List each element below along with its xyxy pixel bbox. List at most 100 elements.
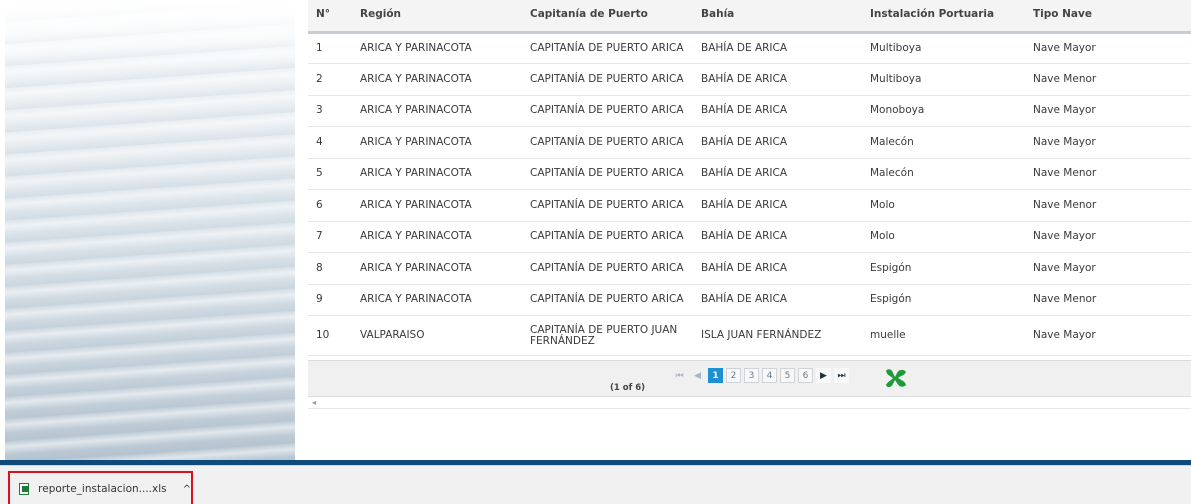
cell-capitania: CAPITANÍA DE PUERTO ARICA (522, 32, 693, 64)
column-header-instalacion[interactable]: Instalación Portuaria (862, 0, 1025, 34)
chevron-up-icon[interactable]: ^ (183, 484, 191, 495)
first-page-button[interactable]: ⏮ (672, 368, 687, 383)
cell-region: ARICA Y PARINACOTA (352, 284, 522, 316)
cell-capitania: CAPITANÍA DE PUERTO ARICA (522, 63, 693, 96)
cell-tipo-nave: Nave Mayor (1025, 95, 1191, 127)
table-header-row: N° Región Capitanía de Puerto Bahía Inst… (308, 0, 1191, 34)
page-button-6[interactable]: 6 (798, 368, 813, 383)
cell-number: 5 (308, 158, 352, 190)
cell-number: 4 (308, 126, 352, 159)
cell-bahia: BAHÍA DE ARICA (693, 126, 862, 159)
cell-tipo-nave: Nave Menor (1025, 284, 1191, 316)
cell-instalacion: Espigón (862, 284, 1025, 316)
column-header-number[interactable]: N° (308, 0, 352, 34)
cell-number: 6 (308, 189, 352, 222)
table-row[interactable]: 5 ARICA Y PARINACOTA CAPITANÍA DE PUERTO A… (308, 158, 1191, 190)
cell-region: VALPARAISO (352, 315, 522, 356)
cell-capitania: CAPITANÍA DE PUERTO ARICA (522, 221, 693, 253)
table-row[interactable]: 9 ARICA Y PARINACOTA CAPITANÍA DE PUERTO A… (308, 284, 1191, 316)
excel-export-icon[interactable] (884, 367, 908, 389)
cell-region: ARICA Y PARINACOTA (352, 63, 522, 96)
cell-bahia: BAHÍA DE ARICA (693, 284, 862, 316)
page-button-3[interactable]: 3 (744, 368, 759, 383)
column-header-bahia[interactable]: Bahía (693, 0, 862, 34)
cell-tipo-nave: Nave Mayor (1025, 126, 1191, 159)
cell-tipo-nave: Nave Mayor (1025, 252, 1191, 285)
cell-region: ARICA Y PARINACOTA (352, 158, 522, 190)
cell-region: ARICA Y PARINACOTA (352, 189, 522, 222)
cell-tipo-nave: Nave Menor (1025, 158, 1191, 190)
cell-capitania: CAPITANÍA DE PUERTO JUAN FERNÁNDEZ (522, 315, 693, 356)
cell-number: 3 (308, 95, 352, 127)
cell-tipo-nave: Nave Mayor (1025, 315, 1191, 356)
page-button-4[interactable]: 4 (762, 368, 777, 383)
cell-tipo-nave: Nave Menor (1025, 63, 1191, 96)
table-row[interactable]: 3 ARICA Y PARINACOTA CAPITANÍA DE PUERTO A… (308, 95, 1191, 127)
next-page-button[interactable]: ▶ (816, 368, 831, 383)
download-file-name[interactable]: reporte_instalacion....xls (38, 483, 166, 495)
cell-tipo-nave: Nave Menor (1025, 189, 1191, 222)
results-table: N° Región Capitanía de Puerto Bahía Inst… (308, 0, 1191, 356)
cell-bahia: BAHÍA DE ARICA (693, 189, 862, 222)
cell-bahia: BAHÍA DE ARICA (693, 252, 862, 285)
page-count-label: (1 of 6) (610, 383, 646, 393)
cell-capitania: CAPITANÍA DE PUERTO ARICA (522, 284, 693, 316)
cell-number: 9 (308, 284, 352, 316)
cell-instalacion: Molo (862, 221, 1025, 253)
cell-capitania: CAPITANÍA DE PUERTO ARICA (522, 252, 693, 285)
cell-instalacion: Malecón (862, 158, 1025, 190)
table-row[interactable]: 8 ARICA Y PARINACOTA CAPITANÍA DE PUERTO A… (308, 252, 1191, 285)
prev-page-button[interactable]: ◀ (690, 368, 705, 383)
table-row[interactable]: 7 ARICA Y PARINACOTA CAPITANÍA DE PUERTO A… (308, 221, 1191, 253)
cell-instalacion: Espigón (862, 252, 1025, 285)
download-shelf: reporte_instalacion....xls ^ (0, 465, 1191, 504)
table-row[interactable]: 2 ARICA Y PARINACOTA CAPITANÍA DE PUERTO A… (308, 63, 1191, 96)
cell-capitania: CAPITANÍA DE PUERTO ARICA (522, 95, 693, 127)
download-item[interactable]: reporte_instalacion....xls ^ (8, 471, 193, 504)
last-page-button[interactable]: ⏭ (834, 368, 849, 383)
table-body: 1 ARICA Y PARINACOTA CAPITANÍA DE PUERTO A… (308, 32, 1191, 356)
cell-instalacion: muelle (862, 315, 1025, 356)
cell-bahia: BAHÍA DE ARICA (693, 95, 862, 127)
cell-bahia: ISLA JUAN FERNÁNDEZ (693, 315, 862, 356)
cell-number: 10 (308, 315, 352, 356)
cell-capitania: CAPITANÍA DE PUERTO ARICA (522, 126, 693, 159)
cell-capitania: CAPITANÍA DE PUERTO ARICA (522, 158, 693, 190)
cell-region: ARICA Y PARINACOTA (352, 252, 522, 285)
cell-bahia: BAHÍA DE ARICA (693, 158, 862, 190)
cell-instalacion: Monoboya (862, 95, 1025, 127)
column-header-region[interactable]: Región (352, 0, 522, 34)
cell-tipo-nave: Nave Mayor (1025, 221, 1191, 253)
cell-number: 2 (308, 63, 352, 96)
table-row[interactable]: 6 ARICA Y PARINACOTA CAPITANÍA DE PUERTO A… (308, 189, 1191, 222)
table-row[interactable]: 4 ARICA Y PARINACOTA CAPITANÍA DE PUERTO A… (308, 126, 1191, 159)
cell-region: ARICA Y PARINACOTA (352, 32, 522, 64)
horizontal-scrollbar[interactable]: ◂ (308, 398, 1191, 409)
cell-number: 8 (308, 252, 352, 285)
scroll-left-icon[interactable]: ◂ (312, 398, 316, 407)
cell-instalacion: Molo (862, 189, 1025, 222)
background-fade (5, 0, 295, 70)
cell-bahia: BAHÍA DE ARICA (693, 32, 862, 64)
cell-instalacion: Multiboya (862, 32, 1025, 64)
cell-region: ARICA Y PARINACOTA (352, 95, 522, 127)
pagination-bar: (1 of 6) ⏮ ◀ 1 2 3 4 5 6 ▶ ⏭ (308, 360, 1191, 397)
results-table-container: N° Región Capitanía de Puerto Bahía Inst… (308, 0, 1191, 410)
cell-region: ARICA Y PARINACOTA (352, 221, 522, 253)
table-row[interactable]: 1 ARICA Y PARINACOTA CAPITANÍA DE PUERTO A… (308, 32, 1191, 64)
cell-number: 1 (308, 32, 352, 64)
column-header-tipo-nave[interactable]: Tipo Nave (1025, 0, 1191, 34)
cell-capitania: CAPITANÍA DE PUERTO ARICA (522, 189, 693, 222)
page-button-1[interactable]: 1 (708, 368, 723, 383)
column-header-capitania[interactable]: Capitanía de Puerto (522, 0, 693, 34)
page-button-5[interactable]: 5 (780, 368, 795, 383)
cell-tipo-nave: Nave Mayor (1025, 32, 1191, 64)
page-button-2[interactable]: 2 (726, 368, 741, 383)
cell-instalacion: Malecón (862, 126, 1025, 159)
cell-instalacion: Multiboya (862, 63, 1025, 96)
cell-region: ARICA Y PARINACOTA (352, 126, 522, 159)
cell-bahia: BAHÍA DE ARICA (693, 63, 862, 96)
table-row[interactable]: 10 VALPARAISO CAPITANÍA DE PUERTO JUAN FER… (308, 315, 1191, 356)
cell-number: 7 (308, 221, 352, 253)
cell-bahia: BAHÍA DE ARICA (693, 221, 862, 253)
